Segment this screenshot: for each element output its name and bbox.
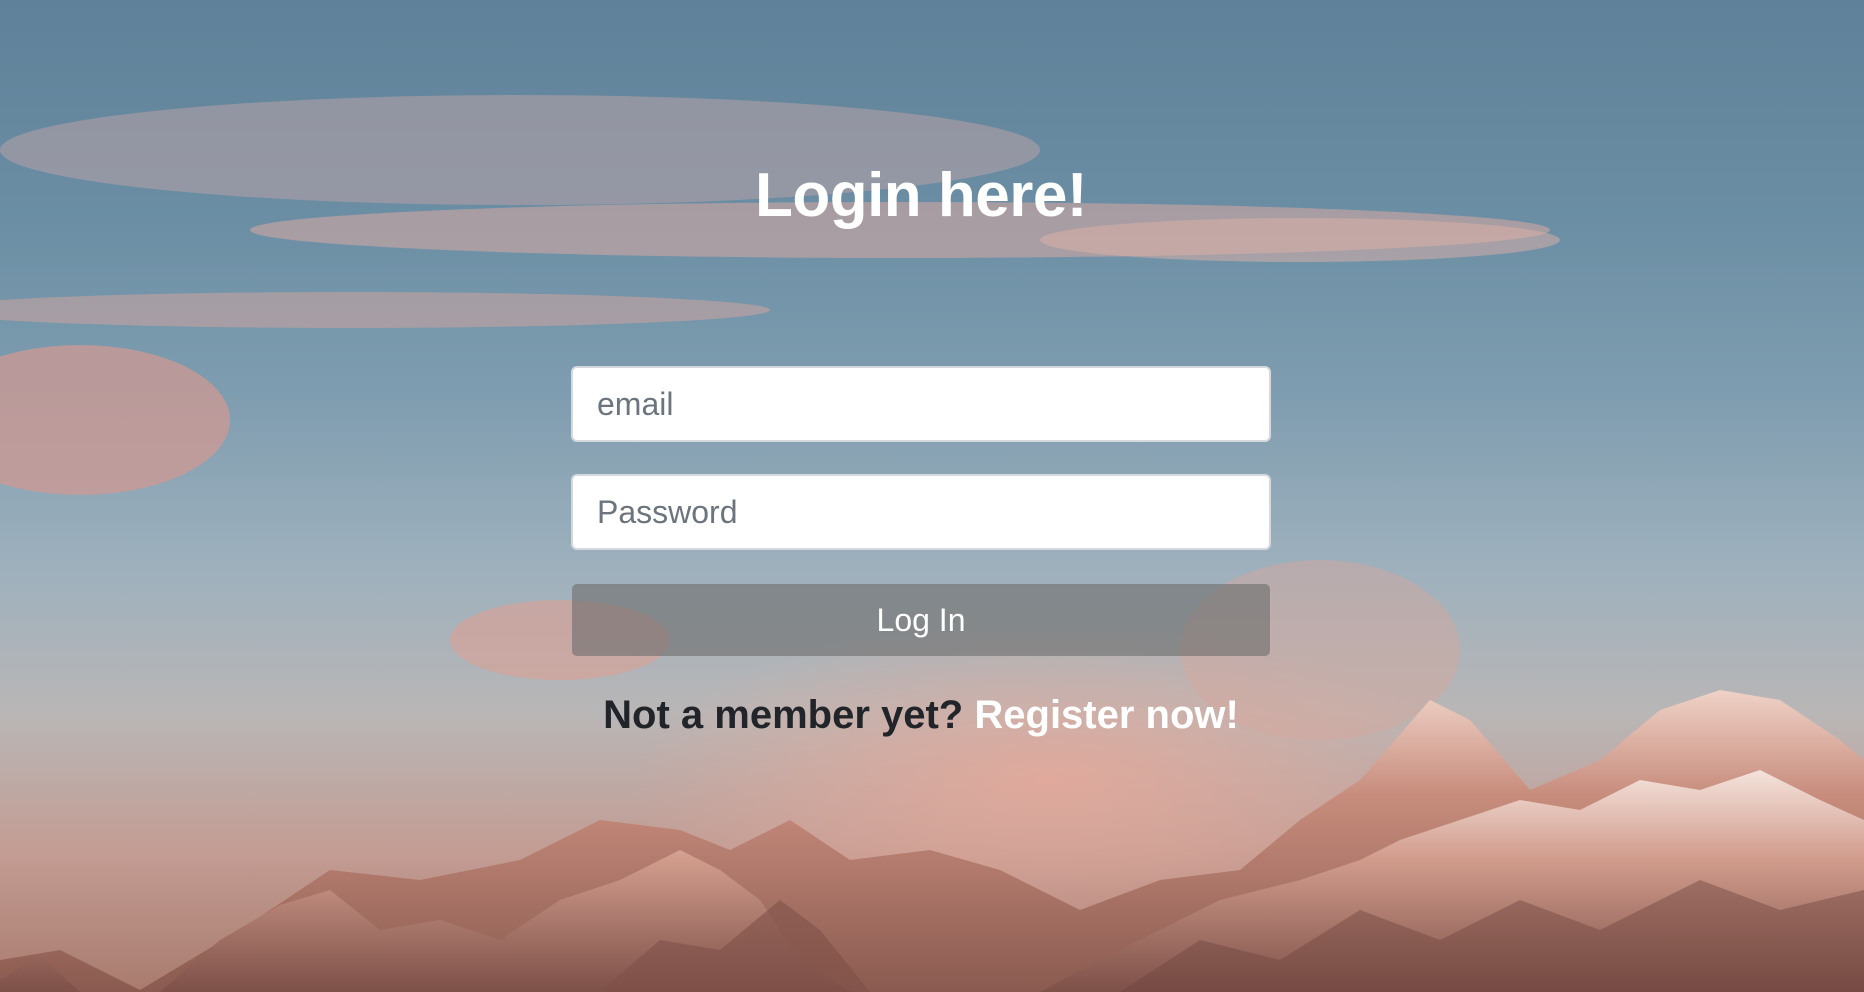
login-panel: Login here! Log In Not a member yet? Reg… <box>571 0 1271 992</box>
login-button[interactable]: Log In <box>572 584 1270 656</box>
email-field[interactable] <box>571 366 1271 442</box>
register-prompt-line: Not a member yet? Register now! <box>571 690 1271 740</box>
page-title: Login here! <box>754 161 1088 230</box>
register-prompt-text: Not a member yet? <box>603 693 964 737</box>
register-link[interactable]: Register now! <box>974 693 1238 737</box>
password-field[interactable] <box>571 474 1271 550</box>
